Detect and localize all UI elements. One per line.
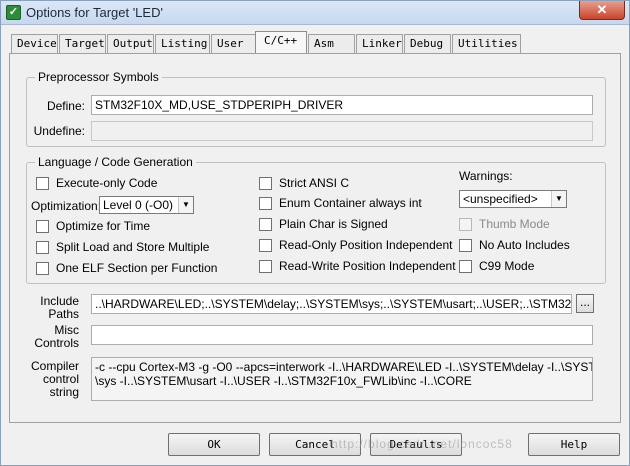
include-paths-input[interactable]: ..\HARDWARE\LED;..\SYSTEM\delay;..\SYSTE… (91, 294, 572, 314)
split-load-checkbox[interactable]: Split Load and Store Multiple (36, 239, 209, 255)
checkbox-box (459, 217, 472, 231)
preprocessor-group-label: Preprocessor Symbols (35, 70, 162, 84)
cancel-button[interactable]: Cancel (269, 433, 361, 456)
checkbox-box (259, 196, 272, 210)
warnings-value: <unspecified> (463, 192, 538, 206)
compiler-label-line2: control (42, 372, 79, 386)
checkbox-box (259, 238, 272, 252)
undefine-label: Undefine: (33, 124, 85, 138)
tab-asm[interactable]: Asm (308, 34, 355, 53)
plain-char-label: Plain Char is Signed (279, 217, 388, 231)
compiler-label-line3: string (49, 385, 79, 399)
ro-pi-checkbox[interactable]: Read-Only Position Independent (259, 237, 452, 253)
chevron-down-icon: ▼ (178, 197, 193, 213)
optimization-value: Level 0 (-O0) (103, 198, 174, 212)
no-auto-includes-checkbox[interactable]: No Auto Includes (459, 237, 570, 253)
checkbox-box (259, 176, 272, 190)
strict-ansi-checkbox[interactable]: Strict ANSI C (259, 175, 349, 191)
optimization-select[interactable]: Level 0 (-O0) ▼ (99, 196, 194, 214)
optimization-label: Optimization: (31, 199, 102, 213)
thumb-mode-checkbox[interactable]: Thumb Mode (459, 216, 550, 232)
close-button[interactable]: ✕ (579, 1, 625, 20)
one-elf-label: One ELF Section per Function (56, 261, 218, 275)
checkbox-box (259, 217, 272, 231)
checkbox-box (459, 238, 472, 252)
checkbox-box (36, 219, 49, 233)
misc-controls-input[interactable] (91, 325, 593, 345)
language-group-label: Language / Code Generation (35, 155, 196, 169)
strict-ansi-label: Strict ANSI C (279, 176, 350, 190)
optimize-time-checkbox[interactable]: Optimize for Time (36, 218, 150, 234)
define-input[interactable]: STM32F10X_MD,USE_STDPERIPH_DRIVER (91, 95, 593, 115)
keil-app-icon: ✓ (6, 5, 21, 20)
plain-char-checkbox[interactable]: Plain Char is Signed (259, 216, 388, 232)
split-load-label: Split Load and Store Multiple (56, 240, 210, 254)
include-label-line1: Include (40, 294, 79, 308)
execute-only-checkbox[interactable]: Execute-only Code (36, 175, 157, 191)
thumb-mode-label: Thumb Mode (479, 217, 550, 231)
help-button[interactable]: Help (528, 433, 620, 456)
warnings-label: Warnings: (459, 169, 513, 183)
defaults-button[interactable]: Defaults (370, 433, 462, 456)
include-label-line2: Paths (48, 307, 79, 321)
enum-container-checkbox[interactable]: Enum Container always int (259, 195, 422, 211)
checkbox-box (36, 240, 49, 254)
checkbox-box (259, 259, 272, 273)
one-elf-checkbox[interactable]: One ELF Section per Function (36, 260, 217, 276)
compiler-control-string: -c --cpu Cortex-M3 -g -O0 --apcs=interwo… (91, 357, 593, 401)
tab-target[interactable]: Target (59, 34, 106, 53)
warnings-select[interactable]: <unspecified> ▼ (459, 190, 567, 208)
title-bar[interactable]: ✓ Options for Target 'LED' ✕ (1, 1, 629, 25)
ro-pi-label: Read-Only Position Independent (279, 238, 453, 252)
rw-pi-checkbox[interactable]: Read-Write Position Independent (259, 258, 456, 274)
window-title: Options for Target 'LED' (26, 5, 163, 20)
compiler-control-line: -c --cpu Cortex-M3 -g -O0 --apcs=interwo… (95, 360, 593, 374)
options-dialog: ✓ Options for Target 'LED' ✕ Device Targ… (0, 0, 630, 466)
tab-listing[interactable]: Listing (155, 34, 210, 53)
tab-device[interactable]: Device (11, 34, 58, 53)
tab-linker[interactable]: Linker (356, 34, 403, 53)
c99-mode-checkbox[interactable]: C99 Mode (459, 258, 534, 274)
no-auto-includes-label: No Auto Includes (479, 238, 570, 252)
misc-label-line2: Controls (34, 336, 79, 350)
define-label: Define: (46, 99, 85, 113)
include-paths-browse-button[interactable]: ... (576, 294, 594, 313)
undefine-input[interactable] (91, 121, 593, 141)
checkbox-box (36, 261, 49, 275)
checkbox-box (459, 259, 472, 273)
tab-c-cpp[interactable]: C/C++ (255, 31, 307, 53)
optimize-time-label: Optimize for Time (56, 219, 151, 233)
compiler-control-line: \sys -I..\SYSTEM\usart -I..\USER -I..\ST… (95, 374, 472, 388)
tab-utilities[interactable]: Utilities (452, 34, 521, 53)
execute-only-label: Execute-only Code (56, 176, 158, 190)
tab-output[interactable]: Output (107, 34, 154, 53)
rw-pi-label: Read-Write Position Independent (279, 259, 456, 273)
ok-button[interactable]: OK (168, 433, 260, 456)
tab-debug[interactable]: Debug (404, 34, 451, 53)
tab-user[interactable]: User (211, 34, 256, 53)
chevron-down-icon: ▼ (551, 191, 566, 207)
checkbox-box (36, 176, 49, 190)
compiler-label-line1: Compiler (31, 359, 80, 373)
enum-container-label: Enum Container always int (279, 196, 422, 210)
c99-mode-label: C99 Mode (479, 259, 535, 273)
misc-label-line1: Misc (54, 323, 79, 337)
